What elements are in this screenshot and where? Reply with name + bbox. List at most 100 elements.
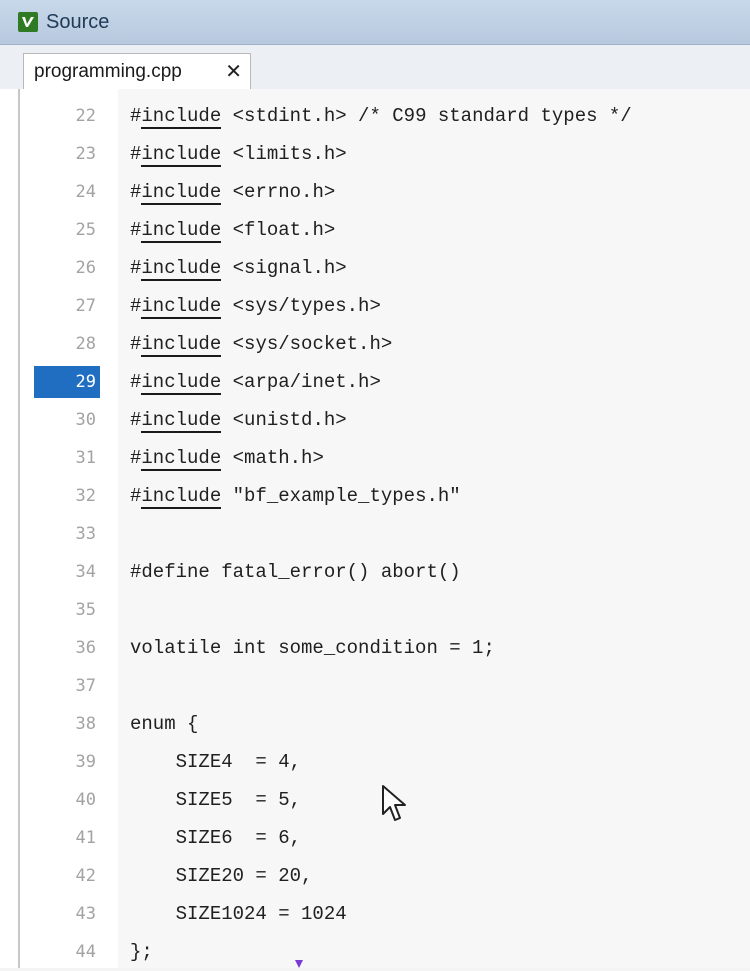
code-line[interactable]: 43 SIZE1024 = 1024: [0, 895, 750, 933]
line-number[interactable]: 40: [34, 784, 100, 816]
code-line[interactable]: 37: [0, 667, 750, 705]
include-keyword: include: [141, 447, 222, 471]
window-title: Source: [46, 10, 110, 33]
directive-hash: #: [130, 181, 142, 203]
include-keyword: include: [141, 143, 222, 167]
include-keyword: include: [141, 333, 222, 357]
code-line[interactable]: 24 #include <errno.h>: [0, 173, 750, 211]
code-text[interactable]: volatile int some_condition = 1;: [130, 629, 495, 667]
code-text[interactable]: #include <sys/types.h>: [130, 287, 381, 325]
code-text[interactable]: SIZE20 = 20,: [130, 857, 313, 895]
directive-hash: #: [130, 219, 142, 241]
line-number[interactable]: 25: [34, 214, 100, 246]
code-text[interactable]: SIZE5 = 5,: [130, 781, 301, 819]
code-line[interactable]: 22 #include <stdint.h> /* C99 standard ty…: [0, 97, 750, 135]
include-target: <stdint.h> /* C99 standard types */: [221, 105, 632, 127]
code-text[interactable]: #include <limits.h>: [130, 135, 347, 173]
line-number[interactable]: 42: [34, 860, 100, 892]
code-text[interactable]: SIZE1024 = 1024: [130, 895, 347, 933]
code-line[interactable]: 35: [0, 591, 750, 629]
directive-hash: #: [130, 333, 142, 355]
line-number[interactable]: 31: [34, 442, 100, 474]
line-number[interactable]: 23: [34, 138, 100, 170]
code-line[interactable]: 26 #include <signal.h>: [0, 249, 750, 287]
code-line[interactable]: 39 SIZE4 = 4,: [0, 743, 750, 781]
code-line[interactable]: 25 #include <float.h>: [0, 211, 750, 249]
code-text[interactable]: #include <arpa/inet.h>: [130, 363, 381, 401]
line-number[interactable]: 35: [34, 594, 100, 626]
code-line[interactable]: 23 #include <limits.h>: [0, 135, 750, 173]
include-target: <errno.h>: [221, 181, 336, 203]
line-number[interactable]: 36: [34, 632, 100, 664]
include-keyword: include: [141, 371, 222, 395]
code-text[interactable]: #include "bf_example_types.h": [130, 477, 461, 515]
tab-label: programming.cpp: [34, 61, 182, 82]
code-text[interactable]: #include <float.h>: [130, 211, 335, 249]
line-number[interactable]: 26: [34, 252, 100, 284]
line-number[interactable]: 38: [34, 708, 100, 740]
code-text[interactable]: #include <math.h>: [130, 439, 324, 477]
line-number[interactable]: 43: [34, 898, 100, 930]
code-line[interactable]: 44};: [0, 933, 750, 971]
code-line[interactable]: 40 SIZE5 = 5,: [0, 781, 750, 819]
code-text[interactable]: };: [130, 933, 153, 971]
line-number[interactable]: 44: [34, 936, 100, 968]
code-lines: 22 #include <stdint.h> /* C99 standard ty…: [0, 97, 750, 971]
code-text[interactable]: #include <sys/socket.h>: [130, 325, 392, 363]
line-number[interactable]: 37: [34, 670, 100, 702]
line-number[interactable]: 28: [34, 328, 100, 360]
directive-hash: #: [130, 257, 142, 279]
code-line[interactable]: 42 SIZE20 = 20,: [0, 857, 750, 895]
include-keyword: include: [141, 257, 222, 281]
directive-hash: #: [130, 105, 142, 127]
code-line[interactable]: 29 #include <arpa/inet.h>: [0, 363, 750, 401]
code-text[interactable]: SIZE6 = 6,: [130, 819, 301, 857]
code-text[interactable]: SIZE4 = 4,: [130, 743, 301, 781]
code-line[interactable]: 38 enum {: [0, 705, 750, 743]
code-line[interactable]: 34 #define fatal_error() abort(): [0, 553, 750, 591]
line-number[interactable]: 33: [34, 518, 100, 550]
code-line[interactable]: 32 #include "bf_example_types.h": [0, 477, 750, 515]
directive-hash: #: [130, 371, 142, 393]
close-icon[interactable]: ✕: [225, 62, 242, 82]
code-text[interactable]: #include <signal.h>: [130, 249, 347, 287]
code-line[interactable]: 41 SIZE6 = 6,: [0, 819, 750, 857]
directive-hash: #: [130, 143, 142, 165]
directive-hash: #: [130, 295, 142, 317]
line-number[interactable]: 34: [34, 556, 100, 588]
line-number[interactable]: 27: [34, 290, 100, 322]
code-text[interactable]: #define fatal_error() abort(): [130, 553, 461, 591]
tab-programming-cpp[interactable]: programming.cpp ✕: [23, 53, 251, 90]
app-logo-icon: [18, 12, 38, 32]
include-target: <sys/socket.h>: [221, 333, 393, 355]
line-number[interactable]: 24: [34, 176, 100, 208]
include-target: <float.h>: [221, 219, 336, 241]
line-number[interactable]: 41: [34, 822, 100, 854]
code-editor[interactable]: 22 #include <stdint.h> /* C99 standard ty…: [0, 89, 750, 968]
line-number[interactable]: 29: [34, 366, 100, 398]
code-line[interactable]: 31 #include <math.h>: [0, 439, 750, 477]
code-text[interactable]: #include <unistd.h>: [130, 401, 347, 439]
include-target: <sys/types.h>: [221, 295, 381, 317]
code-line[interactable]: 28 #include <sys/socket.h>: [0, 325, 750, 363]
code-line[interactable]: 30 #include <unistd.h>: [0, 401, 750, 439]
directive-hash: #: [130, 409, 142, 431]
line-number[interactable]: 22: [34, 100, 100, 132]
code-line[interactable]: 33: [0, 515, 750, 553]
code-text[interactable]: #include <stdint.h> /* C99 standard type…: [130, 97, 632, 135]
include-keyword: include: [141, 295, 222, 319]
code-line[interactable]: 36 volatile int some_condition = 1;: [0, 629, 750, 667]
line-number[interactable]: 30: [34, 404, 100, 436]
include-target: <unistd.h>: [221, 409, 347, 431]
include-keyword: include: [141, 181, 222, 205]
line-number[interactable]: 39: [34, 746, 100, 778]
source-window: Source programming.cpp ✕ 22 #include <std…: [0, 0, 750, 968]
include-target: <signal.h>: [221, 257, 347, 279]
include-keyword: include: [141, 409, 222, 433]
code-line[interactable]: 27 #include <sys/types.h>: [0, 287, 750, 325]
code-text[interactable]: #include <errno.h>: [130, 173, 335, 211]
mouse-pointer-icon: [382, 785, 406, 821]
line-number[interactable]: 32: [34, 480, 100, 512]
code-text[interactable]: enum {: [130, 705, 198, 743]
directive-hash: #: [130, 485, 142, 507]
